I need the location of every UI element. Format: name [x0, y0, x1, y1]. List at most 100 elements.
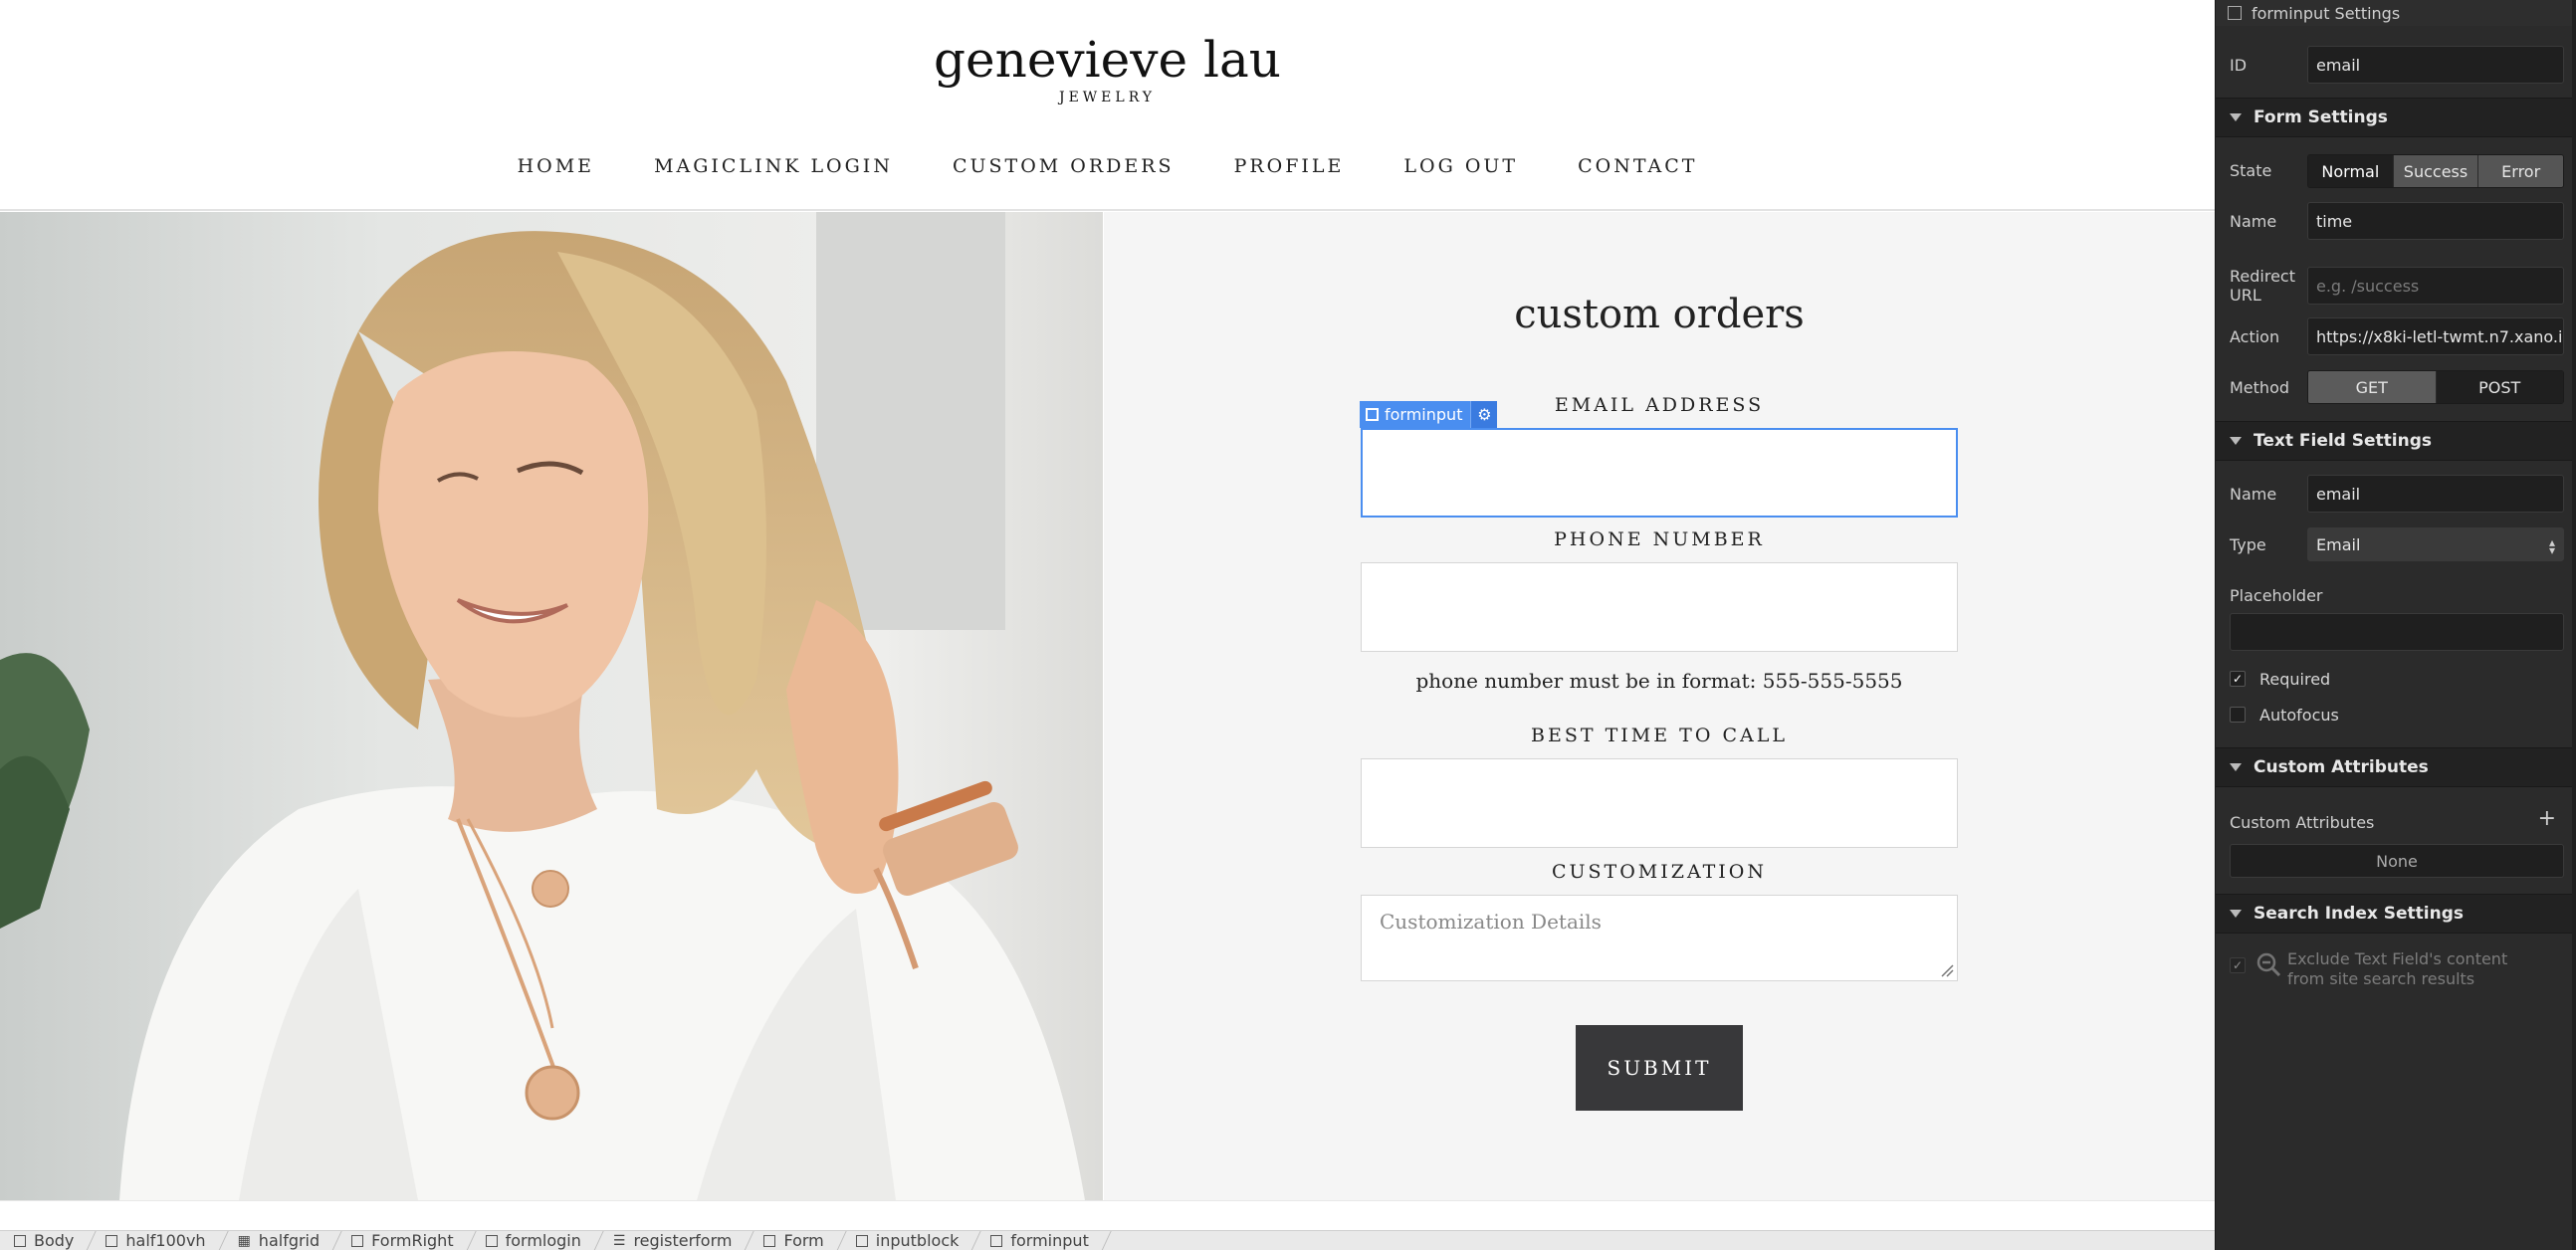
- grid-icon: ▦: [237, 1232, 251, 1249]
- crumb-label: halfgrid: [258, 1231, 321, 1250]
- crumb-label: forminput: [1010, 1231, 1089, 1250]
- placeholder-label: Placeholder: [2230, 586, 2323, 605]
- nav-magiclink-login[interactable]: MAGICLINK LOGIN: [624, 155, 923, 177]
- custom-attributes-title: Custom Attributes: [2254, 757, 2429, 777]
- crumb-label: Body: [34, 1231, 75, 1250]
- method-get-button[interactable]: GET: [2308, 371, 2437, 403]
- breadcrumb-registerform[interactable]: ☰ registerform: [599, 1231, 751, 1250]
- nav-profile[interactable]: PROFILE: [1204, 155, 1375, 177]
- required-checkbox[interactable]: ✓: [2230, 671, 2246, 687]
- settings-panel: forminput Settings ID email Form Setting…: [2215, 0, 2576, 1250]
- autofocus-checkbox[interactable]: [2230, 707, 2246, 723]
- breadcrumb-halfgrid[interactable]: ▦ halfgrid: [224, 1231, 338, 1250]
- breadcrumb-form[interactable]: Form: [750, 1231, 841, 1250]
- search-index-settings-header[interactable]: Search Index Settings: [2216, 894, 2576, 934]
- element-breadcrumb: Body half100vh ▦ halfgrid FormRight forml…: [0, 1230, 2215, 1250]
- element-box-icon: [2228, 6, 2242, 20]
- element-box-icon: [485, 1234, 498, 1247]
- nav-log-out[interactable]: LOG OUT: [1374, 155, 1548, 177]
- customization-placeholder: Customization Details: [1380, 910, 1602, 934]
- best-time-field[interactable]: [1361, 758, 1958, 848]
- action-input[interactable]: https://x8ki-letl-twmt.n7.xano.io: [2307, 317, 2564, 355]
- placeholder-input[interactable]: [2230, 613, 2564, 651]
- brand-logo[interactable]: genevieve lau JEWELRY: [0, 28, 2215, 105]
- gear-icon[interactable]: ⚙: [1470, 401, 1498, 428]
- email-label: EMAIL ADDRESS: [1554, 394, 1765, 416]
- email-field[interactable]: [1361, 428, 1958, 518]
- breadcrumb-half100vh[interactable]: half100vh: [92, 1231, 223, 1250]
- exclude-search-checkbox[interactable]: ✓: [2230, 957, 2246, 973]
- id-input[interactable]: email: [2307, 46, 2564, 84]
- resize-handle-icon[interactable]: [1940, 963, 1954, 977]
- panel-edge: [2572, 0, 2576, 1250]
- designer-canvas: genevieve lau JEWELRY HOME MAGICLINK LOG…: [0, 0, 2215, 1230]
- type-select-value: Email: [2316, 534, 2361, 554]
- custom-order-form: custom orders EMAIL ADDRESS PHONE NUMBER…: [1104, 212, 2215, 1200]
- state-error-button[interactable]: Error: [2478, 155, 2563, 187]
- hero-photo: [0, 212, 1103, 1200]
- nav-contact[interactable]: CONTACT: [1548, 155, 1727, 177]
- form-name-input[interactable]: time: [2307, 202, 2564, 240]
- type-label: Type: [2230, 535, 2266, 554]
- element-selection-tag[interactable]: forminput ⚙: [1360, 401, 1498, 428]
- text-field-settings-header[interactable]: Text Field Settings: [2216, 421, 2576, 461]
- autofocus-label: Autofocus: [2259, 706, 2339, 725]
- phone-field[interactable]: [1361, 562, 1958, 652]
- nav-custom-orders[interactable]: CUSTOM ORDERS: [923, 155, 1204, 177]
- element-box-icon: [1366, 408, 1379, 421]
- page-title: custom orders: [1514, 292, 1805, 337]
- collapse-triangle-icon: [2230, 910, 2242, 918]
- logo-subtitle: JEWELRY: [1058, 90, 1157, 105]
- element-box-icon: [855, 1234, 868, 1247]
- custom-attributes-header[interactable]: Custom Attributes: [2216, 747, 2576, 787]
- form-settings-title: Form Settings: [2254, 107, 2388, 127]
- element-box-icon: [14, 1234, 26, 1247]
- redirect-url-label: Redirect URL: [2230, 267, 2295, 305]
- crumb-label: registerform: [633, 1231, 733, 1250]
- state-success-button[interactable]: Success: [2393, 155, 2479, 187]
- breadcrumb-body[interactable]: Body: [0, 1231, 92, 1250]
- search-exclude-icon: [2256, 952, 2281, 977]
- customization-textarea[interactable]: Customization Details: [1361, 895, 1958, 981]
- submit-button[interactable]: SUBMIT: [1576, 1025, 1743, 1111]
- redirect-url-input[interactable]: e.g. /success: [2307, 267, 2564, 305]
- name-label: Name: [2230, 212, 2277, 231]
- element-box-icon: [351, 1234, 364, 1247]
- breadcrumb-forminput[interactable]: forminput: [976, 1231, 1106, 1250]
- crumb-label: half100vh: [125, 1231, 206, 1250]
- form-settings-header[interactable]: Form Settings: [2216, 98, 2576, 137]
- element-box-icon: [990, 1234, 1003, 1247]
- panel-element-header: forminput Settings: [2216, 0, 2576, 26]
- crumb-label: Form: [783, 1231, 824, 1250]
- search-index-description: Exclude Text Field's content from site s…: [2287, 949, 2508, 988]
- best-time-label: BEST TIME TO CALL: [1531, 725, 1788, 746]
- phone-label: PHONE NUMBER: [1554, 528, 1765, 550]
- state-normal-button[interactable]: Normal: [2308, 155, 2394, 187]
- collapse-triangle-icon: [2230, 113, 2242, 121]
- site-header: genevieve lau JEWELRY HOME MAGICLINK LOG…: [0, 0, 2215, 211]
- element-box-icon: [763, 1234, 776, 1247]
- text-field-settings-title: Text Field Settings: [2254, 431, 2433, 451]
- method-toggle: GET POST: [2307, 370, 2564, 404]
- crumb-label: inputblock: [875, 1231, 960, 1250]
- state-label: State: [2230, 161, 2272, 180]
- main-nav: HOME MAGICLINK LOGIN CUSTOM ORDERS PROFI…: [0, 155, 2215, 177]
- method-post-button[interactable]: POST: [2436, 371, 2563, 403]
- customization-label: CUSTOMIZATION: [1551, 861, 1768, 883]
- panel-element-title: forminput Settings: [2252, 3, 2401, 23]
- form-icon: ☰: [612, 1232, 626, 1249]
- type-select[interactable]: Email ▴ ▾: [2307, 527, 2564, 561]
- add-attribute-icon[interactable]: +: [2538, 806, 2556, 831]
- logo-name: genevieve lau: [934, 31, 1281, 89]
- custom-attributes-empty: None: [2230, 844, 2564, 878]
- id-label: ID: [2230, 56, 2248, 75]
- breadcrumb-formlogin[interactable]: formlogin: [472, 1231, 599, 1250]
- select-arrows-icon: ▴ ▾: [2548, 535, 2555, 557]
- breadcrumb-formright[interactable]: FormRight: [337, 1231, 471, 1250]
- selection-tag-label[interactable]: forminput: [1360, 401, 1471, 428]
- field-name-input[interactable]: email: [2307, 475, 2564, 513]
- search-index-option: ✓ Exclude Text Field's content from site…: [2216, 934, 2576, 1003]
- nav-home[interactable]: HOME: [488, 155, 624, 177]
- breadcrumb-inputblock[interactable]: inputblock: [842, 1231, 977, 1250]
- action-label: Action: [2230, 327, 2280, 346]
